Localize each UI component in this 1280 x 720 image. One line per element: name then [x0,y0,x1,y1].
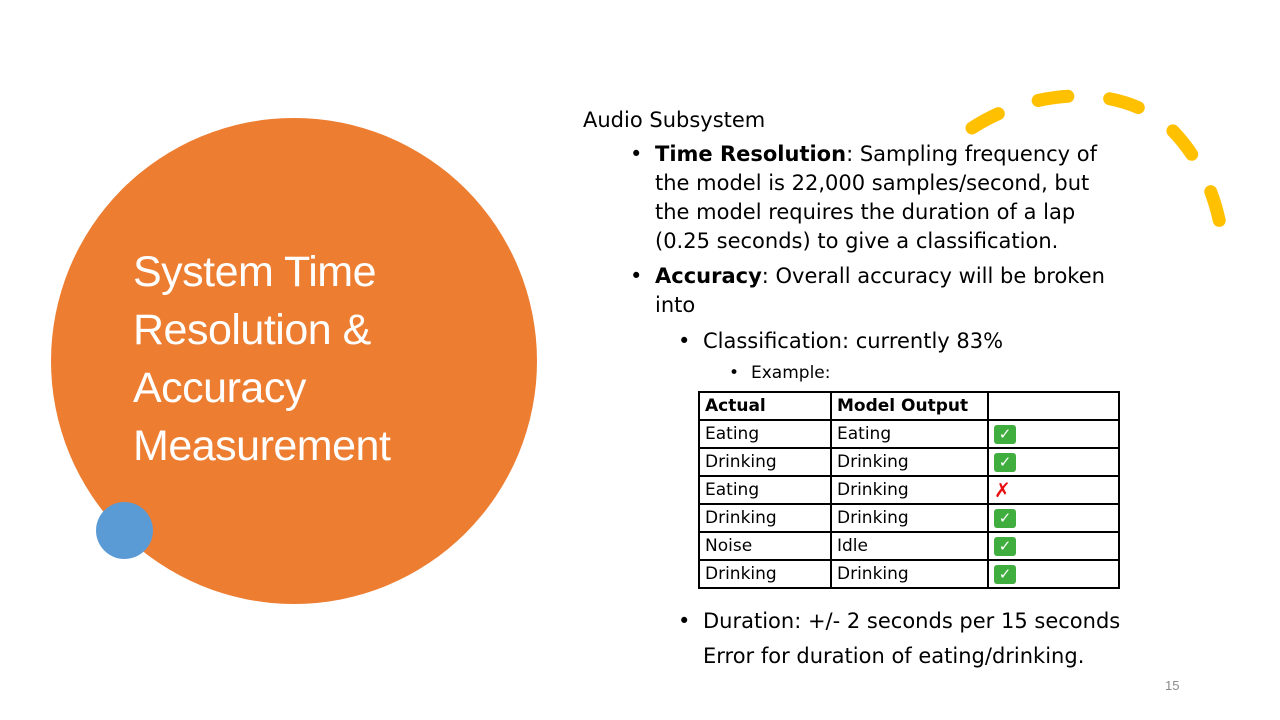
check-icon: ✓ [994,453,1016,472]
bullet-duration: • Duration: +/- 2 seconds per 15 seconds… [678,604,1163,674]
slide-title: System Time Resolution & Accuracy Measur… [133,248,391,470]
table-row: Eating Eating ✓ [698,419,1120,449]
cross-icon: ✗ [994,478,1011,502]
bullet-time-resolution: • Time Resolution: Sampling frequency of… [630,140,1105,256]
cell-result: ✓ [987,447,1120,477]
cell-result: ✓ [987,559,1120,589]
cell-output: Drinking [830,503,989,533]
table-row: Drinking Drinking ✓ [698,447,1120,477]
check-icon: ✓ [994,565,1016,584]
table-row: Eating Drinking ✗ [698,475,1120,505]
header-model-output: Model Output [830,391,989,421]
bullet-dot-icon: • [678,329,691,353]
header-result [987,391,1120,421]
cell-output: Drinking [830,447,989,477]
cell-output: Idle [830,531,989,561]
check-icon: ✓ [994,537,1016,556]
cell-actual: Drinking [698,503,832,533]
bullet-classification: • Classification: currently 83% [678,327,1143,356]
accuracy-label: Accuracy [655,264,762,288]
bullet-accuracy: • Accuracy: Overall accuracy will be bro… [630,262,1115,320]
cell-output: Drinking [830,475,989,505]
bullet-dot-icon: • [630,142,643,166]
cell-actual: Eating [698,419,832,449]
time-resolution-label: Time Resolution [655,142,847,166]
table-row: Drinking Drinking ✓ [698,559,1120,589]
table-row: Drinking Drinking ✓ [698,503,1120,533]
bullet-dot-icon: • [630,264,643,288]
duration-text: Duration: +/- 2 seconds per 15 seconds E… [703,609,1121,668]
example-label: Example: [751,363,831,383]
cell-result: ✓ [987,503,1120,533]
cell-actual: Drinking [698,447,832,477]
decorative-blue-circle [96,502,153,559]
cell-result: ✓ [987,419,1120,449]
section-heading: Audio Subsystem [583,108,766,132]
bullet-dot-icon: • [678,609,691,633]
table-header-row: Actual Model Output [698,391,1120,421]
cell-actual: Eating [698,475,832,505]
page-number: 15 [1165,678,1180,693]
cell-output: Drinking [830,559,989,589]
header-actual: Actual [698,391,832,421]
bullet-example: • Example: [729,361,1143,385]
slide-content-bottom: • Duration: +/- 2 seconds per 15 seconds… [583,604,1143,674]
check-icon: ✓ [994,425,1016,444]
cell-actual: Noise [698,531,832,561]
slide-content: Audio Subsystem • Time Resolution: Sampl… [583,104,1143,385]
table-row: Noise Idle ✓ [698,531,1120,561]
bullet-dot-icon: • [729,363,740,383]
classification-text: Classification: currently 83% [703,329,1004,353]
cell-output: Eating [830,419,989,449]
check-icon: ✓ [994,509,1016,528]
example-table: Actual Model Output Eating Eating ✓ Drin… [698,391,1120,589]
cell-actual: Drinking [698,559,832,589]
cell-result: ✗ [987,475,1120,505]
cell-result: ✓ [987,531,1120,561]
